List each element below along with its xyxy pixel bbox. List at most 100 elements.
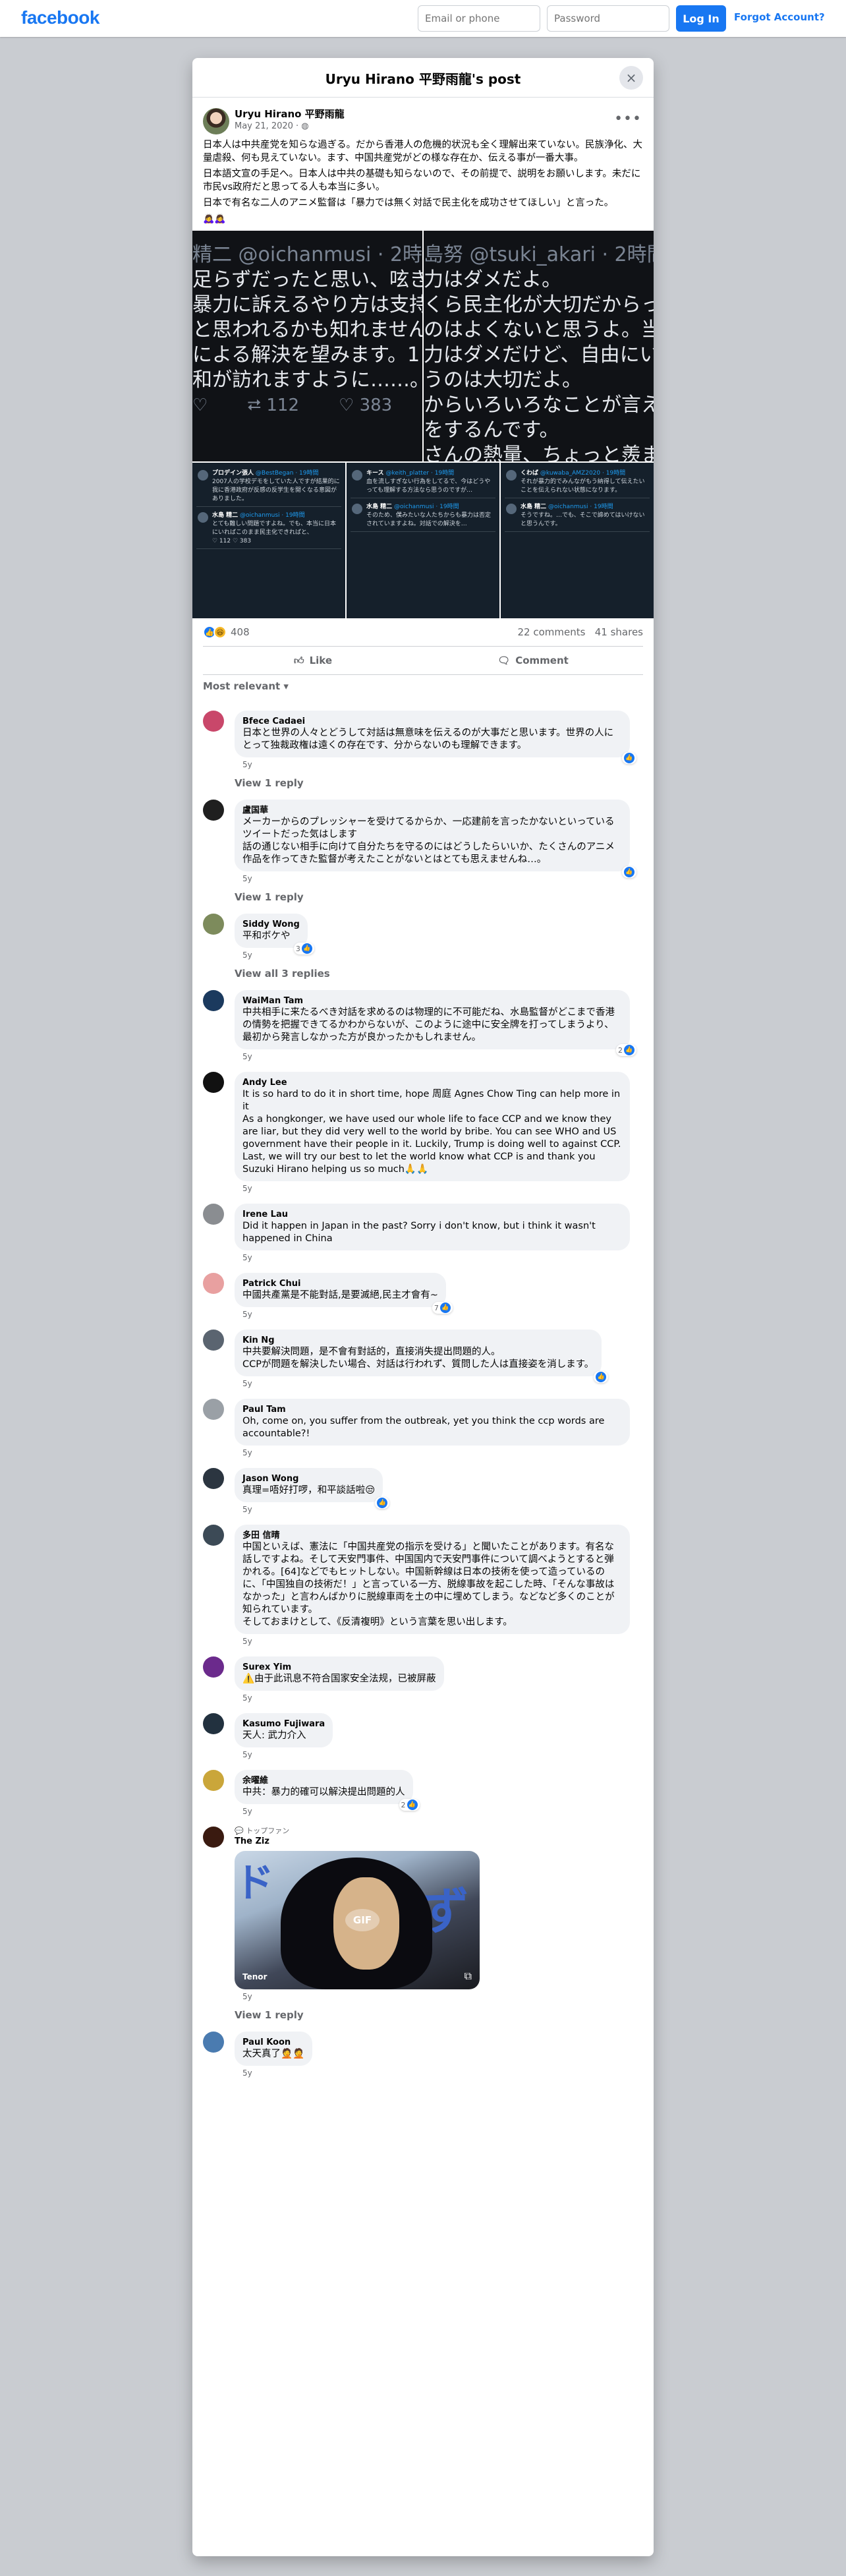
comment-timestamp[interactable]: 5y <box>242 1379 643 1390</box>
commenter-avatar[interactable] <box>203 1525 224 1546</box>
login-button[interactable]: Log In <box>676 5 726 32</box>
comment-timestamp[interactable]: 5y <box>242 2068 643 2079</box>
commenter-name[interactable]: Patrick Chui <box>242 1278 438 1289</box>
comments-shares: 22 comments 41 shares <box>518 626 644 638</box>
comment-reactions[interactable]: 7 👍 <box>432 1302 453 1314</box>
comment-timestamp[interactable]: 5y <box>242 1448 643 1459</box>
comment-item: 盧国華 メーカーからのプレッシャーを受けてるからか、一応建前を言ったかないといって… <box>203 800 643 904</box>
commenter-avatar[interactable] <box>203 1330 224 1351</box>
comment-timestamp[interactable]: 5y <box>242 1750 643 1761</box>
view-replies-link[interactable]: View all 3 replies <box>235 968 643 981</box>
photo-thumbnail[interactable]: キース @keith_platter · 19時間 血を流しすぎない行為をしてるで… <box>347 463 499 618</box>
commenter-name[interactable]: Irene Lau <box>242 1209 622 1220</box>
photo-thumbnail[interactable]: プロデイン張人 @BestBegan · 19時間 2007人の学校デモをしていた… <box>192 463 345 618</box>
gif-attachment[interactable]: ドず GIF Tenor ⧉ <box>235 1851 480 1989</box>
speech-bubble-icon: 🗨︎ <box>497 655 511 666</box>
comment-bubble: Patrick Chui 中國共產黨是不能對話,是要滅絕,民主才會有~ 7 👍 <box>235 1273 453 1314</box>
comment-timestamp[interactable]: 5y <box>242 1992 643 2003</box>
tweet-text: そうですね。…でも、そこで諦めてはいけないと思うんです。 <box>521 512 645 527</box>
view-replies-link[interactable]: View 1 reply <box>235 2009 643 2022</box>
password-input[interactable] <box>547 5 669 32</box>
commenter-name[interactable]: Jason Wong <box>242 1473 375 1484</box>
email-input[interactable] <box>418 5 540 32</box>
comment-timestamp[interactable]: 5y <box>242 1184 643 1194</box>
comment-timestamp[interactable]: 5y <box>242 874 643 885</box>
gif-play-icon[interactable]: GIF <box>345 1909 380 1931</box>
commenter-name[interactable]: Paul Tam <box>242 1404 622 1415</box>
like-button[interactable]: 👍︎ Like <box>203 647 423 674</box>
commenter-name[interactable]: 多田 信晴 <box>242 1530 622 1541</box>
commenter-name[interactable]: Siddy Wong <box>242 919 300 930</box>
comment-timestamp[interactable]: 5y <box>242 1807 643 1817</box>
commenter-avatar[interactable] <box>203 1072 224 1093</box>
external-link-icon[interactable]: ⧉ <box>465 1970 472 1983</box>
shares-count[interactable]: 41 shares <box>595 626 643 638</box>
author-avatar[interactable] <box>203 108 229 134</box>
post-photo-grid: プロデイン張人 @BestBegan · 19時間 2007人の学校デモをしていた… <box>192 463 654 618</box>
commenter-name[interactable]: Bfece Cadaei <box>242 716 622 727</box>
commenter-name[interactable]: WaiMan Tam <box>242 995 622 1007</box>
comments-count[interactable]: 22 comments <box>518 626 586 638</box>
comment-reactions[interactable]: 2 👍 <box>616 1044 636 1056</box>
tweet-author: 水島 精二 <box>212 512 239 519</box>
commenter-avatar[interactable] <box>203 2032 224 2053</box>
commenter-avatar[interactable] <box>203 711 224 732</box>
comment-bubble: Kasumo Fujiwara 天人: 武力介入 <box>235 1713 333 1747</box>
forgot-account-link[interactable]: Forgot Account? <box>734 11 825 23</box>
comment-timestamp[interactable]: 5y <box>242 1052 643 1063</box>
post-photo-main[interactable]: 精二 @oichanmusi · 2時 足らずだったと思い、呟き 暴力に訴えるやり方… <box>192 231 654 461</box>
comment-timestamp[interactable]: 5y <box>242 1253 643 1264</box>
photo-thumbnail[interactable]: くわば @kuwaba_AMZ2020 · 19時間 それが暴力的でみんながもう納… <box>501 463 654 618</box>
commenter-name[interactable]: Surex Yim <box>242 1662 436 1673</box>
comment-reactions[interactable]: 3 👍 <box>293 943 314 954</box>
tweet-line: 足らずだったと思い、呟き <box>192 268 422 291</box>
commenter-name[interactable]: The Ziz <box>235 1836 643 1847</box>
commenter-avatar[interactable] <box>203 1770 224 1791</box>
commenter-avatar[interactable] <box>203 914 224 935</box>
facebook-logo[interactable]: facebook <box>21 7 99 28</box>
commenter-avatar[interactable] <box>203 1273 224 1294</box>
commenter-name[interactable]: Kin Ng <box>242 1335 594 1346</box>
comment-item: Bfece Cadaei 日本と世界の人々とどうして対話は無意味を伝えるのが大事だ… <box>203 711 643 790</box>
comment-item: Paul Koon 太天真了🤦🤦 5y <box>203 2032 643 2079</box>
comment-reactions[interactable]: 👍 <box>622 752 636 764</box>
commenter-avatar[interactable] <box>203 800 224 821</box>
comment-item: Patrick Chui 中國共產黨是不能對話,是要滅絕,民主才會有~ 7 👍 5y <box>203 1273 643 1320</box>
commenter-name[interactable]: 余曜維 <box>242 1775 405 1786</box>
commenter-avatar[interactable] <box>203 990 224 1011</box>
post-author[interactable]: Uryu Hirano 平野雨龍 <box>235 107 345 121</box>
comment-timestamp[interactable]: 5y <box>242 1637 643 1647</box>
commenter-avatar[interactable] <box>203 1204 224 1225</box>
commenter-avatar[interactable] <box>203 1656 224 1678</box>
reaction-icons[interactable]: 👍 😆 <box>203 626 227 639</box>
post-timestamp[interactable]: May 21, 2020 · ◍ <box>235 121 309 131</box>
commenter-avatar[interactable] <box>203 1468 224 1489</box>
comment-reactions[interactable]: 2 👍 <box>399 1799 420 1811</box>
commenter-name[interactable]: Kasumo Fujiwara <box>242 1718 325 1730</box>
comment-timestamp[interactable]: 5y <box>242 1505 643 1515</box>
comment-reactions[interactable]: 👍 <box>594 1371 609 1383</box>
close-icon[interactable]: × <box>619 66 643 90</box>
comment-reactions[interactable]: 👍 <box>622 866 636 878</box>
tweet-screenshot-left: 精二 @oichanmusi · 2時 足らずだったと思い、呟き 暴力に訴えるやり方… <box>192 231 422 461</box>
comment-button[interactable]: 🗨︎ Comment <box>423 647 643 674</box>
commenter-name[interactable]: 盧国華 <box>242 805 622 816</box>
commenter-name[interactable]: Andy Lee <box>242 1077 622 1088</box>
reaction-count[interactable]: 408 <box>231 626 250 638</box>
comment-item: Kin Ng 中共要解決問題，是不會有對話的，直接消失提出問題的人。 CCPが問題… <box>203 1330 643 1390</box>
comment-text: 日本と世界の人々とどうして対話は無意味を伝えるのが大事だと思います。世界の人にと… <box>242 728 614 751</box>
like-reaction-icon: 👍 <box>407 1800 418 1810</box>
commenter-avatar[interactable] <box>203 1827 224 1848</box>
tweet-line: をするんです。 <box>424 419 559 442</box>
comment-sort-dropdown[interactable]: Most relevant ▾ <box>192 675 654 701</box>
commenter-name[interactable]: Paul Koon <box>242 2037 304 2048</box>
view-replies-link[interactable]: View 1 reply <box>235 777 643 790</box>
comment-timestamp[interactable]: 5y <box>242 760 643 771</box>
view-replies-link[interactable]: View 1 reply <box>235 891 643 904</box>
comment-reactions[interactable]: 👍 <box>375 1497 390 1509</box>
more-options-icon[interactable]: ••• <box>614 111 642 127</box>
tweet-line: 精二 @oichanmusi · 2時 <box>192 243 422 266</box>
comment-timestamp[interactable]: 5y <box>242 1693 643 1704</box>
commenter-avatar[interactable] <box>203 1399 224 1420</box>
commenter-avatar[interactable] <box>203 1713 224 1734</box>
